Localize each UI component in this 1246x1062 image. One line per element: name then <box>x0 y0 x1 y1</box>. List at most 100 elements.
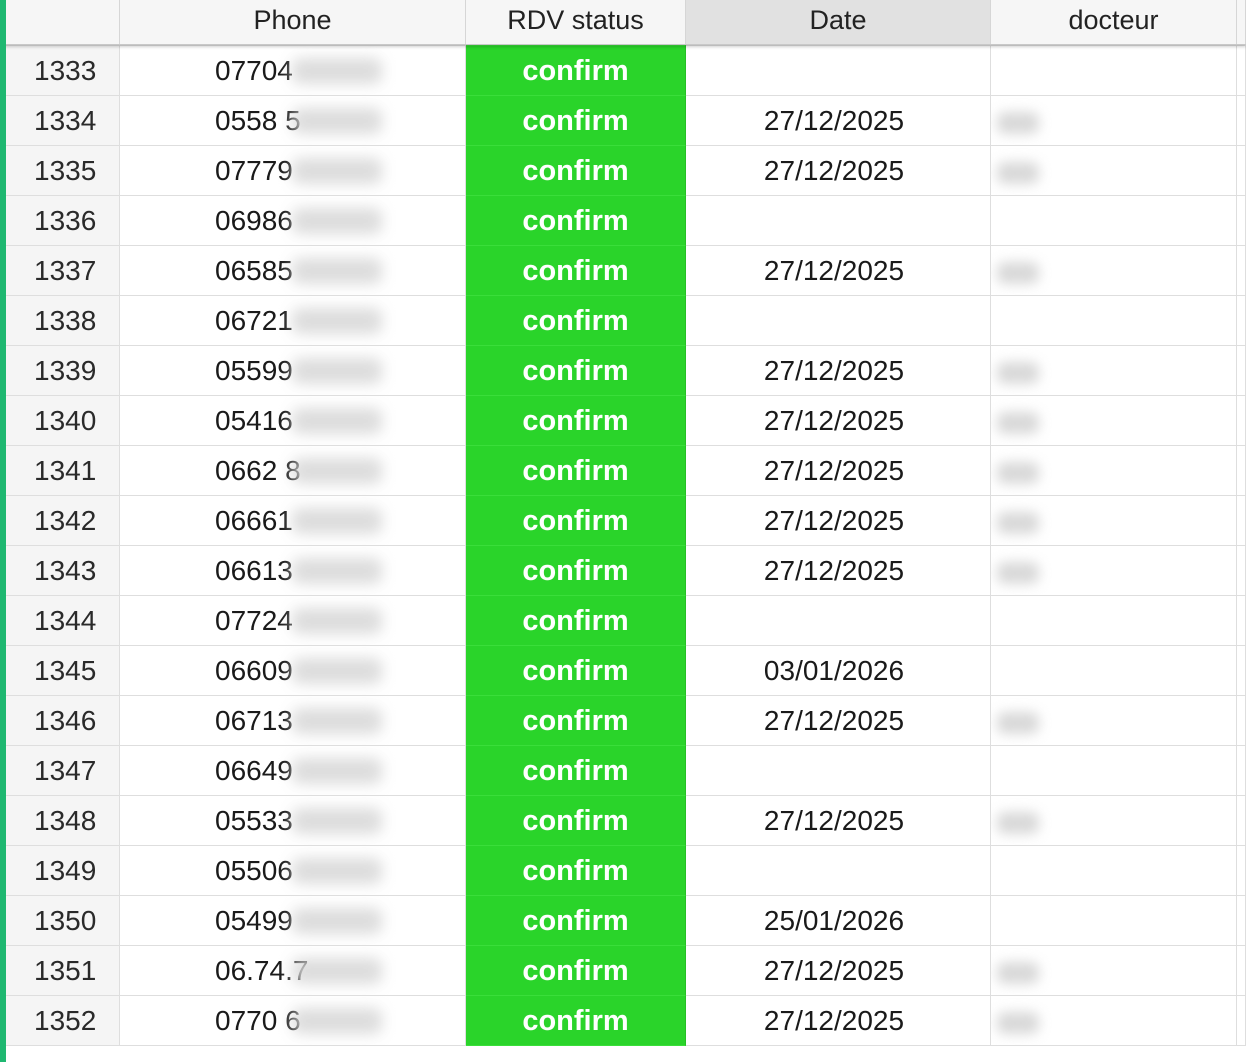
header-corner[interactable] <box>6 0 120 44</box>
extra-cell[interactable] <box>1237 396 1246 446</box>
row-number[interactable]: 1340 <box>6 396 120 446</box>
date-cell[interactable] <box>686 746 991 796</box>
row-number[interactable]: 1335 <box>6 146 120 196</box>
table-row[interactable]: 1344 07724 confirm <box>0 596 1246 646</box>
row-number[interactable]: 1333 <box>6 46 120 96</box>
date-cell[interactable]: 03/01/2026 <box>686 646 991 696</box>
date-cell[interactable]: 27/12/2025 <box>686 146 991 196</box>
rdv-status-cell[interactable]: confirm <box>466 796 686 846</box>
table-row[interactable]: 1333 07704 confirm <box>0 46 1246 96</box>
docteur-cell[interactable] <box>991 846 1237 896</box>
extra-cell[interactable] <box>1237 596 1246 646</box>
date-cell[interactable]: 25/01/2026 <box>686 896 991 946</box>
rdv-status-cell[interactable]: confirm <box>466 696 686 746</box>
docteur-cell[interactable] <box>991 646 1237 696</box>
date-cell[interactable]: 27/12/2025 <box>686 996 991 1046</box>
date-cell[interactable] <box>686 196 991 246</box>
phone-cell[interactable]: 06986 <box>120 196 466 246</box>
extra-cell[interactable] <box>1237 96 1246 146</box>
extra-cell[interactable] <box>1237 196 1246 246</box>
rdv-status-cell[interactable]: confirm <box>466 496 686 546</box>
extra-cell[interactable] <box>1237 646 1246 696</box>
row-number[interactable]: 1350 <box>6 896 120 946</box>
row-number[interactable]: 1346 <box>6 696 120 746</box>
date-cell[interactable] <box>686 46 991 96</box>
rdv-status-cell[interactable]: confirm <box>466 346 686 396</box>
row-number[interactable]: 1351 <box>6 946 120 996</box>
rdv-status-cell[interactable]: confirm <box>466 146 686 196</box>
docteur-cell[interactable] <box>991 896 1237 946</box>
docteur-cell[interactable] <box>991 796 1237 846</box>
table-row[interactable]: 1343 06613 confirm 27/12/2025 <box>0 546 1246 596</box>
header-date[interactable]: Date <box>686 0 991 44</box>
row-number[interactable]: 1349 <box>6 846 120 896</box>
docteur-cell[interactable] <box>991 96 1237 146</box>
table-row[interactable]: 1345 06609 confirm 03/01/2026 <box>0 646 1246 696</box>
rdv-status-cell[interactable]: confirm <box>466 646 686 696</box>
docteur-cell[interactable] <box>991 496 1237 546</box>
rdv-status-cell[interactable]: confirm <box>466 446 686 496</box>
table-row[interactable]: 1338 06721 confirm <box>0 296 1246 346</box>
table-row[interactable]: 1342 06661 confirm 27/12/2025 <box>0 496 1246 546</box>
phone-cell[interactable]: 05533 <box>120 796 466 846</box>
extra-cell[interactable] <box>1237 246 1246 296</box>
date-cell[interactable]: 27/12/2025 <box>686 246 991 296</box>
docteur-cell[interactable] <box>991 346 1237 396</box>
row-number[interactable]: 1347 <box>6 746 120 796</box>
row-number[interactable]: 1345 <box>6 646 120 696</box>
table-row[interactable]: 1335 07779 confirm 27/12/2025 <box>0 146 1246 196</box>
extra-cell[interactable] <box>1237 496 1246 546</box>
phone-cell[interactable]: 06609 <box>120 646 466 696</box>
extra-cell[interactable] <box>1237 846 1246 896</box>
header-rdv-status[interactable]: RDV status <box>466 0 686 44</box>
phone-cell[interactable]: 05506 <box>120 846 466 896</box>
docteur-cell[interactable] <box>991 246 1237 296</box>
rdv-status-cell[interactable]: confirm <box>466 46 686 96</box>
date-cell[interactable]: 27/12/2025 <box>686 396 991 446</box>
rdv-status-cell[interactable]: confirm <box>466 846 686 896</box>
row-number[interactable]: 1352 <box>6 996 120 1046</box>
phone-cell[interactable]: 07779 <box>120 146 466 196</box>
date-cell[interactable]: 27/12/2025 <box>686 496 991 546</box>
rdv-status-cell[interactable]: confirm <box>466 296 686 346</box>
phone-cell[interactable]: 0558 5 <box>120 96 466 146</box>
phone-cell[interactable]: 05499 <box>120 896 466 946</box>
rdv-status-cell[interactable]: confirm <box>466 96 686 146</box>
table-row[interactable]: 1340 05416 confirm 27/12/2025 <box>0 396 1246 446</box>
date-cell[interactable]: 27/12/2025 <box>686 346 991 396</box>
extra-cell[interactable] <box>1237 796 1246 846</box>
phone-cell[interactable]: 05416 <box>120 396 466 446</box>
extra-cell[interactable] <box>1237 996 1246 1046</box>
date-cell[interactable]: 27/12/2025 <box>686 696 991 746</box>
rdv-status-cell[interactable]: confirm <box>466 246 686 296</box>
row-number[interactable]: 1334 <box>6 96 120 146</box>
table-row[interactable]: 1337 06585 confirm 27/12/2025 <box>0 246 1246 296</box>
phone-cell[interactable]: 06713 <box>120 696 466 746</box>
docteur-cell[interactable] <box>991 46 1237 96</box>
extra-cell[interactable] <box>1237 446 1246 496</box>
row-number[interactable]: 1336 <box>6 196 120 246</box>
table-row[interactable]: 1351 06.74.7 confirm 27/12/2025 <box>0 946 1246 996</box>
row-number[interactable]: 1342 <box>6 496 120 546</box>
table-row[interactable]: 1348 05533 confirm 27/12/2025 <box>0 796 1246 846</box>
extra-cell[interactable] <box>1237 946 1246 996</box>
rdv-status-cell[interactable]: confirm <box>466 196 686 246</box>
table-row[interactable]: 1334 0558 5 confirm 27/12/2025 <box>0 96 1246 146</box>
table-row[interactable]: 1339 05599 confirm 27/12/2025 <box>0 346 1246 396</box>
rdv-status-cell[interactable]: confirm <box>466 746 686 796</box>
table-row[interactable]: 1336 06986 confirm <box>0 196 1246 246</box>
docteur-cell[interactable] <box>991 446 1237 496</box>
table-row[interactable]: 1349 05506 confirm <box>0 846 1246 896</box>
header-phone[interactable]: Phone <box>120 0 466 44</box>
row-number[interactable]: 1344 <box>6 596 120 646</box>
extra-cell[interactable] <box>1237 46 1246 96</box>
docteur-cell[interactable] <box>991 196 1237 246</box>
phone-cell[interactable]: 07704 <box>120 46 466 96</box>
phone-cell[interactable]: 06613 <box>120 546 466 596</box>
phone-cell[interactable]: 07724 <box>120 596 466 646</box>
phone-cell[interactable]: 06661 <box>120 496 466 546</box>
docteur-cell[interactable] <box>991 746 1237 796</box>
row-number[interactable]: 1339 <box>6 346 120 396</box>
rdv-status-cell[interactable]: confirm <box>466 396 686 446</box>
date-cell[interactable] <box>686 596 991 646</box>
